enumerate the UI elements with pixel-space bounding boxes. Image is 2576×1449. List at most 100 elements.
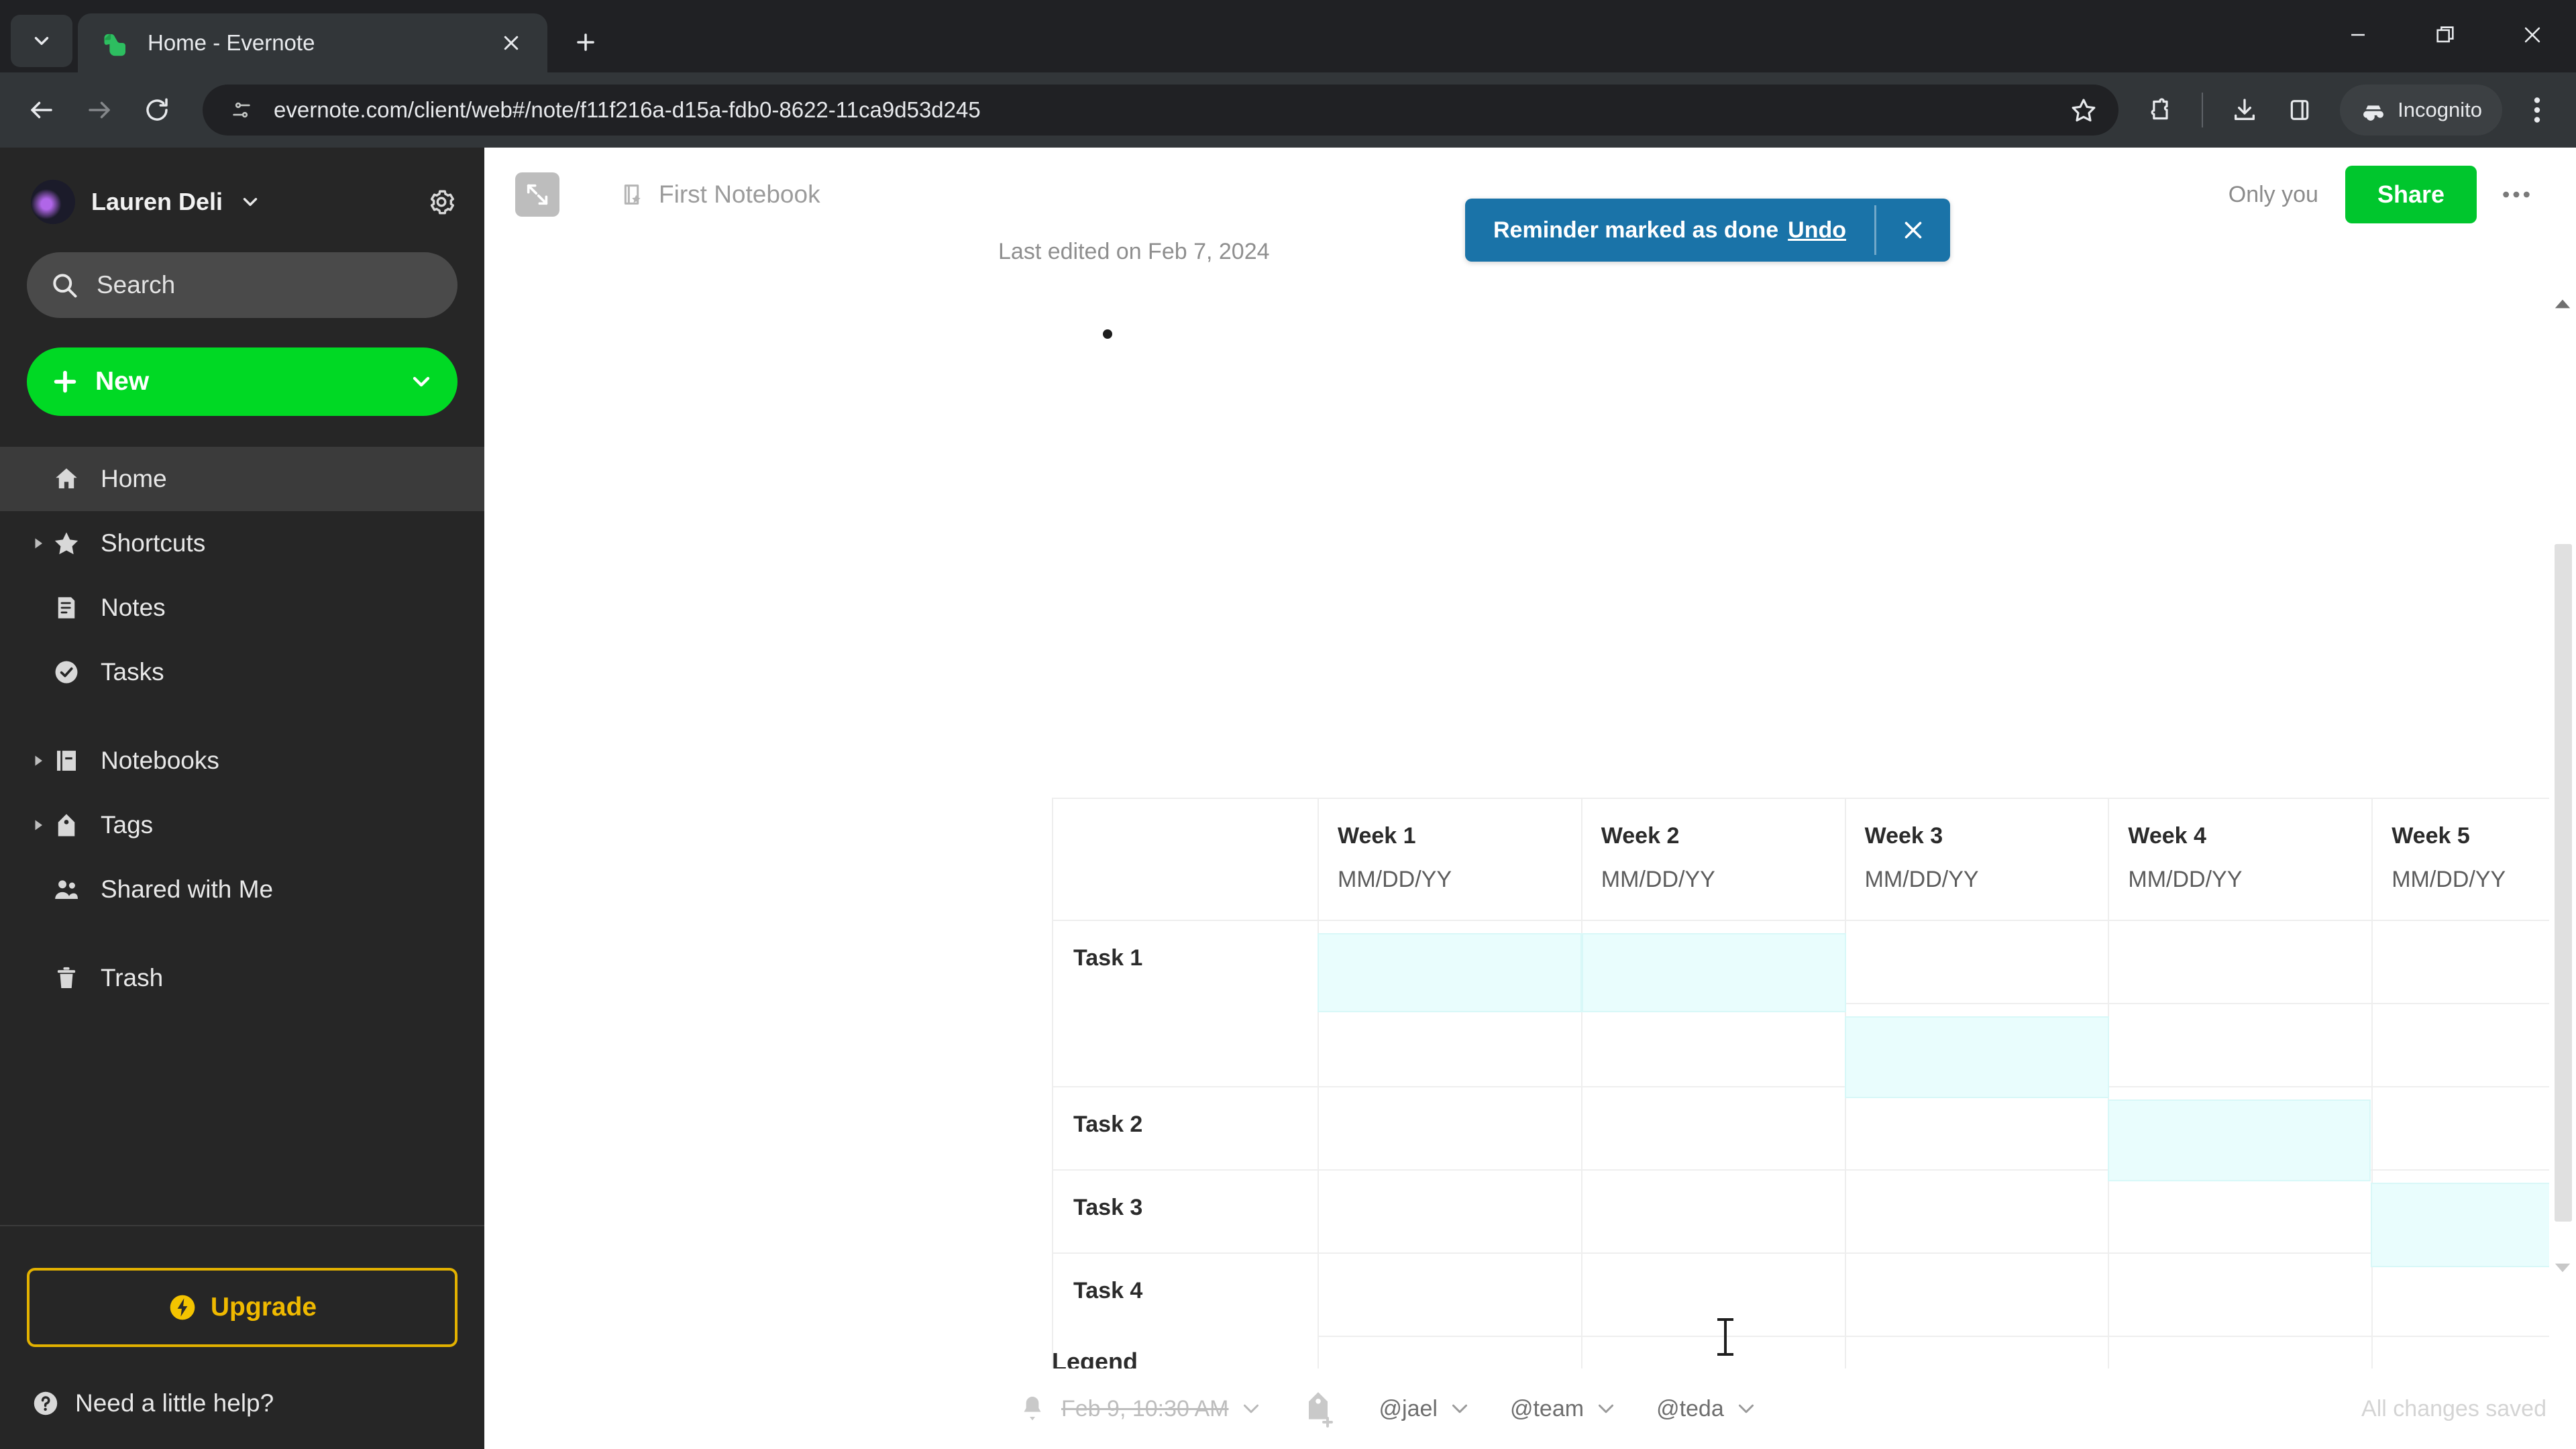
table-cell[interactable] [2371,1086,2576,1171]
share-button[interactable]: Share [2345,166,2477,223]
table-cell[interactable] [1580,1252,1846,1337]
table-header-cell[interactable]: Week 4 MM/DD/YY [2108,798,2373,921]
table-cell[interactable] [2108,1336,2373,1368]
tag-chevron-down-icon[interactable] [1593,1396,1619,1421]
bullet-list-item[interactable] [998,315,2576,354]
account-chevron-down-icon[interactable] [239,191,262,213]
forward-button[interactable] [72,83,126,137]
tag-chip[interactable]: @teda [1656,1396,1759,1422]
minimize-button[interactable] [2314,0,2402,70]
site-settings-icon[interactable] [223,91,260,129]
table-cell[interactable] [1844,1252,2110,1337]
table-cell[interactable] [1844,1086,2110,1171]
browser-menu-button[interactable] [2513,85,2561,136]
reminder-chevron-down-icon[interactable] [1238,1396,1264,1421]
back-button[interactable] [15,83,68,137]
row-label-cell[interactable]: Task 3 [1052,1169,1319,1254]
table-header-cell[interactable]: Week 2 MM/DD/YY [1580,798,1846,921]
table-cell[interactable] [1844,1169,2110,1254]
sidebar-item-tags[interactable]: Tags [0,793,484,857]
table-corner-cell[interactable] [1052,798,1319,921]
tab-search-button[interactable] [11,15,72,67]
table-cell[interactable] [2108,1003,2373,1087]
extensions-button[interactable] [2135,85,2186,136]
tag-chevron-down-icon[interactable] [1447,1396,1472,1421]
project-timeline-table[interactable]: Week 1 MM/DD/YY Week 2 MM/DD/YY Week 3 M… [1052,798,2576,1368]
new-button[interactable]: New [27,347,458,416]
notebook-breadcrumb[interactable]: First Notebook [620,180,820,209]
scroll-down-arrow-icon[interactable] [2549,1254,2576,1281]
table-cell[interactable] [2371,1169,2576,1254]
expand-arrow-icon[interactable] [24,819,52,831]
downloads-button[interactable] [2219,85,2270,136]
note-more-button[interactable] [2486,166,2546,223]
table-cell[interactable] [1318,1252,1582,1337]
sidebar-item-tasks[interactable]: Tasks [0,640,484,704]
row-label-cell[interactable]: Task 1 [1052,920,1319,1087]
table-cell[interactable] [2371,1336,2576,1368]
table-cell[interactable] [2371,920,2576,1004]
table-cell[interactable] [1580,1086,1846,1171]
incognito-indicator[interactable]: Incognito [2340,85,2502,136]
sidebar-item-home[interactable]: Home [0,447,484,511]
sidebar-item-notes[interactable]: Notes [0,576,484,640]
table-cell[interactable] [1580,1003,1846,1087]
table-cell[interactable] [1844,920,2110,1004]
table-cell[interactable] [1318,1003,1582,1087]
add-tag-button[interactable] [1297,1387,1342,1431]
note-body[interactable]: Week 1 MM/DD/YY Week 2 MM/DD/YY Week 3 M… [484,265,2576,1368]
vertical-scrollbar[interactable] [2549,265,2576,1368]
table-cell[interactable] [1580,920,1846,1004]
bookmark-star-icon[interactable] [2058,85,2109,136]
table-cell[interactable] [1318,1336,1582,1368]
sidebar-item-shortcuts[interactable]: Shortcuts [0,511,484,576]
expand-arrow-icon[interactable] [24,537,52,549]
table-cell[interactable] [2371,1003,2576,1087]
puzzle-icon [2151,98,2168,120]
account-switcher[interactable]: Lauren Deli [0,148,484,241]
reload-button[interactable] [130,83,184,137]
toast-undo-link[interactable]: Undo [1788,217,1846,244]
table-cell[interactable] [2108,1086,2373,1171]
table-cell[interactable] [2108,1169,2373,1254]
table-cell[interactable] [1318,920,1582,1004]
maximize-button[interactable] [2402,0,2489,70]
expand-note-button[interactable] [515,172,559,217]
table-header-cell[interactable]: Week 1 MM/DD/YY [1318,798,1582,921]
expand-arrow-icon[interactable] [24,755,52,767]
table-cell[interactable] [1318,1169,1582,1254]
tag-chevron-down-icon[interactable] [1733,1396,1759,1421]
row-label-cell[interactable]: Task 2 [1052,1086,1319,1171]
upgrade-button[interactable]: Upgrade [27,1268,458,1347]
table-header-cell[interactable]: Week 3 MM/DD/YY [1844,798,2110,921]
close-window-button[interactable] [2489,0,2576,70]
tab-close-icon[interactable] [494,25,529,60]
new-tab-button[interactable] [562,19,609,66]
search-input[interactable]: Search [27,252,458,318]
reminder-date[interactable]: Feb 9, 10:30 AM [1061,1396,1229,1422]
browser-tab[interactable]: Home - Evernote [78,13,547,72]
table-cell[interactable] [2108,920,2373,1004]
sidebar-divider [0,922,484,946]
scroll-up-arrow-icon[interactable] [2549,290,2576,317]
scrollbar-thumb[interactable] [2555,544,2572,1222]
address-bar[interactable]: evernote.com/client/web#/note/f11f216a-d… [203,85,2119,136]
settings-gear-icon[interactable] [421,182,462,222]
table-cell[interactable] [1580,1169,1846,1254]
table-cell[interactable] [2108,1252,2373,1337]
toast-close-button[interactable] [1876,199,1950,262]
table-header-cell[interactable]: Week 5 MM/DD/YY [2371,798,2576,921]
table-cell[interactable] [1580,1336,1846,1368]
reminder-bell-icon[interactable] [1014,1391,1051,1427]
tag-chip[interactable]: @jael [1379,1396,1472,1422]
help-button[interactable]: Need a little help? [0,1347,484,1418]
table-cell[interactable] [1318,1086,1582,1171]
sidebar-item-shared-with-me[interactable]: Shared with Me [0,857,484,922]
table-cell[interactable] [2371,1252,2576,1337]
sidebar-item-notebooks[interactable]: Notebooks [0,729,484,793]
table-cell[interactable] [1844,1003,2110,1087]
sidebar-item-trash[interactable]: Trash [0,946,484,1010]
table-cell[interactable] [1844,1336,2110,1368]
side-panel-button[interactable] [2274,85,2325,136]
tag-chip[interactable]: @team [1510,1396,1619,1422]
